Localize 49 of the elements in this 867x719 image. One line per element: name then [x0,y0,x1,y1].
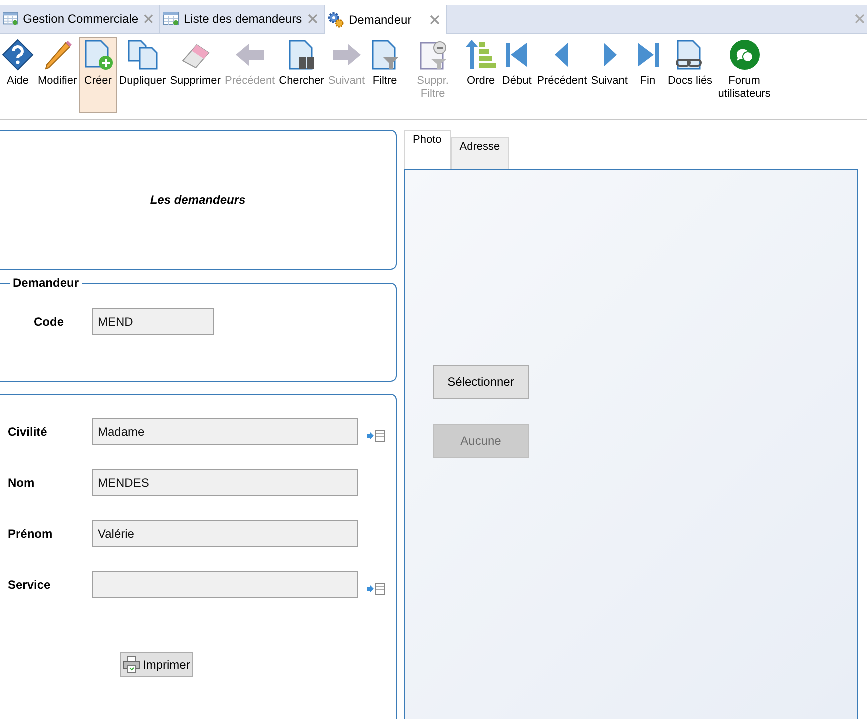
document-tab[interactable]: Liste des demandeurs [160,5,325,33]
field-label: Civilité [7,424,48,438]
tab[interactable]: Photo [404,130,451,169]
close-icon[interactable] [430,14,440,24]
speech-bubbles-icon [728,39,761,71]
tab-label: Liste des demandeurs [184,12,303,26]
close-icon[interactable] [855,14,865,24]
input-field[interactable]: Valérie [92,520,358,547]
group-legend: Demandeur [10,276,82,290]
tab[interactable]: Adresse [450,137,510,169]
close-icon[interactable] [308,14,318,24]
toolbar-button[interactable]: Aide [0,37,36,113]
toolbar-button[interactable]: Ordre [463,37,500,113]
panel-title: Les demandeurs [150,193,246,207]
toolbar-button[interactable]: Suivant [589,37,630,113]
toolbar-button[interactable]: Dupliquer [117,37,168,113]
input-field[interactable]: Madame [92,418,358,445]
toolbar-button[interactable]: Précédent [535,37,590,113]
print-button[interactable]: Imprimer [120,652,194,677]
photo-button[interactable]: Sélectionner [433,365,529,399]
toolbar-button[interactable]: Docs liés [666,37,715,113]
table-icon [3,12,18,26]
printer-icon [123,656,141,674]
gears-icon [328,12,344,28]
list-picker-icon[interactable] [366,428,386,442]
list-picker-icon[interactable] [366,582,386,596]
tab-label: Demandeur [349,12,413,26]
field-label: Prénom [7,526,54,540]
document-tab[interactable]: Demandeur [325,5,447,34]
tab-label: Gestion Commerciale [23,12,139,26]
toolbar-button[interactable]: Filtre [367,37,404,113]
input-field[interactable] [92,571,358,598]
field-label: Service [7,578,52,592]
sort-icon [465,39,498,71]
field-label: Nom [7,476,36,490]
input-field[interactable]: MENDES [92,469,358,496]
toolbar-button[interactable]: Modifier [36,37,80,113]
toolbar-button[interactable]: Supprimer [168,37,223,113]
copy-icon [126,39,159,71]
document-tab[interactable]: Gestion Commerciale [0,5,160,33]
table-icon [163,12,179,26]
toolbar-button[interactable]: Début [499,37,536,113]
toolbar-button[interactable]: Fin [630,37,666,113]
code-field[interactable]: MEND [92,308,214,335]
field-label: Code [33,314,65,328]
toolbar-button[interactable]: Chercher [277,37,326,113]
toolbar-button[interactable]: Forum utilisateurs [714,37,775,113]
toolbar-button[interactable]: Créer [79,37,118,113]
close-icon[interactable] [144,14,153,24]
